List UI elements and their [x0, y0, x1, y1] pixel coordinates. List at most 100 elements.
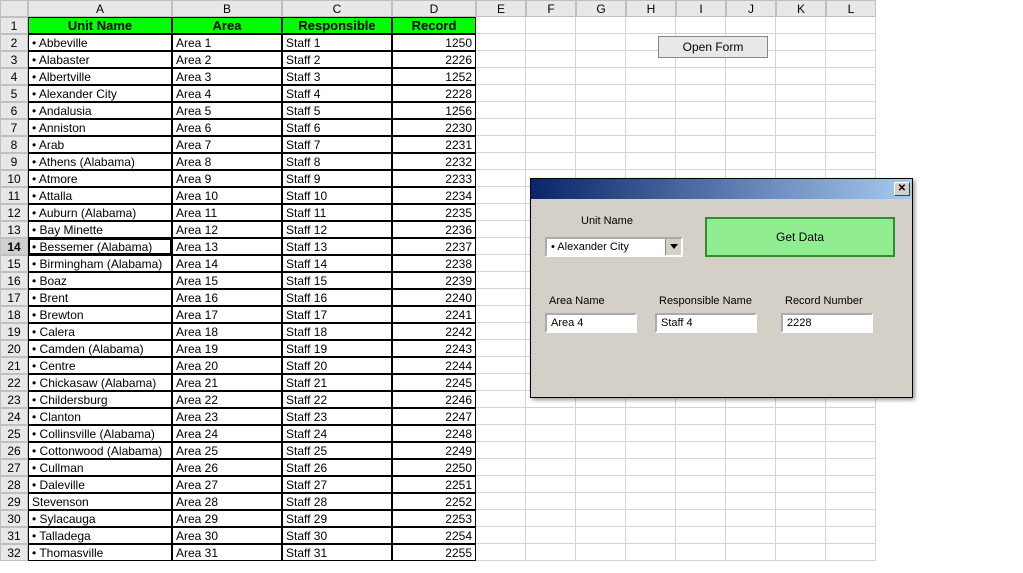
cell-area[interactable]: Area 18: [172, 323, 282, 340]
empty-cell[interactable]: [576, 459, 626, 476]
empty-cell[interactable]: [726, 425, 776, 442]
empty-cell[interactable]: [476, 119, 526, 136]
empty-cell[interactable]: [526, 459, 576, 476]
empty-cell[interactable]: [826, 51, 876, 68]
row-header[interactable]: 6: [0, 102, 28, 119]
row-header[interactable]: 8: [0, 136, 28, 153]
empty-cell[interactable]: [826, 459, 876, 476]
cell-area[interactable]: Area 7: [172, 136, 282, 153]
cell-area[interactable]: Area 14: [172, 255, 282, 272]
row-header[interactable]: 13: [0, 221, 28, 238]
cell-responsible[interactable]: Staff 22: [282, 391, 392, 408]
unit-name-combobox[interactable]: • Alexander City: [545, 237, 683, 257]
cell-area[interactable]: Area 13: [172, 238, 282, 255]
empty-cell[interactable]: [476, 323, 526, 340]
empty-cell[interactable]: [526, 34, 576, 51]
empty-cell[interactable]: [676, 85, 726, 102]
cell-area[interactable]: Area 12: [172, 221, 282, 238]
cell-unit[interactable]: Stevenson: [28, 493, 172, 510]
empty-cell[interactable]: [676, 68, 726, 85]
empty-cell[interactable]: [526, 544, 576, 561]
cell-unit[interactable]: • Childersburg: [28, 391, 172, 408]
empty-cell[interactable]: [526, 102, 576, 119]
empty-cell[interactable]: [626, 136, 676, 153]
cell-unit[interactable]: • Alabaster: [28, 51, 172, 68]
row-header[interactable]: 27: [0, 459, 28, 476]
cell-responsible[interactable]: Staff 28: [282, 493, 392, 510]
empty-cell[interactable]: [776, 527, 826, 544]
cell-responsible[interactable]: Staff 2: [282, 51, 392, 68]
header-responsible[interactable]: Responsible: [282, 17, 392, 34]
cell-unit[interactable]: • Cullman: [28, 459, 172, 476]
row-header[interactable]: 19: [0, 323, 28, 340]
empty-cell[interactable]: [526, 510, 576, 527]
row-header[interactable]: 15: [0, 255, 28, 272]
column-header[interactable]: E: [476, 0, 526, 17]
empty-cell[interactable]: [626, 85, 676, 102]
cell-unit[interactable]: • Clanton: [28, 408, 172, 425]
cell-area[interactable]: Area 19: [172, 340, 282, 357]
empty-cell[interactable]: [826, 510, 876, 527]
column-header[interactable]: K: [776, 0, 826, 17]
empty-cell[interactable]: [726, 527, 776, 544]
cell-record[interactable]: 2238: [392, 255, 476, 272]
empty-cell[interactable]: [776, 68, 826, 85]
empty-cell[interactable]: [826, 119, 876, 136]
cell-record[interactable]: 2237: [392, 238, 476, 255]
cell-responsible[interactable]: Staff 23: [282, 408, 392, 425]
row-header[interactable]: 17: [0, 289, 28, 306]
empty-cell[interactable]: [526, 425, 576, 442]
empty-cell[interactable]: [776, 544, 826, 561]
empty-cell[interactable]: [826, 136, 876, 153]
empty-cell[interactable]: [726, 476, 776, 493]
cell-record[interactable]: 2226: [392, 51, 476, 68]
empty-cell[interactable]: [776, 51, 826, 68]
cell-area[interactable]: Area 23: [172, 408, 282, 425]
empty-cell[interactable]: [776, 493, 826, 510]
cell-record[interactable]: 2232: [392, 153, 476, 170]
empty-cell[interactable]: [826, 493, 876, 510]
row-header[interactable]: 23: [0, 391, 28, 408]
empty-cell[interactable]: [526, 51, 576, 68]
cell-responsible[interactable]: Staff 16: [282, 289, 392, 306]
empty-cell[interactable]: [726, 85, 776, 102]
empty-cell[interactable]: [476, 459, 526, 476]
cell-responsible[interactable]: Staff 6: [282, 119, 392, 136]
empty-cell[interactable]: [726, 544, 776, 561]
column-header[interactable]: G: [576, 0, 626, 17]
row-header[interactable]: 4: [0, 68, 28, 85]
row-header[interactable]: 5: [0, 85, 28, 102]
cell-unit[interactable]: • Abbeville: [28, 34, 172, 51]
empty-cell[interactable]: [826, 153, 876, 170]
cell-record[interactable]: 2255: [392, 544, 476, 561]
row-header[interactable]: 16: [0, 272, 28, 289]
cell-record[interactable]: 2253: [392, 510, 476, 527]
empty-cell[interactable]: [476, 34, 526, 51]
empty-cell[interactable]: [576, 527, 626, 544]
empty-cell[interactable]: [476, 408, 526, 425]
empty-cell[interactable]: [676, 408, 726, 425]
row-header[interactable]: 22: [0, 374, 28, 391]
cell-area[interactable]: Area 30: [172, 527, 282, 544]
empty-cell[interactable]: [476, 221, 526, 238]
column-header[interactable]: C: [282, 0, 392, 17]
empty-cell[interactable]: [526, 527, 576, 544]
empty-cell[interactable]: [776, 102, 826, 119]
empty-cell[interactable]: [626, 510, 676, 527]
empty-cell[interactable]: [626, 119, 676, 136]
empty-cell[interactable]: [576, 153, 626, 170]
empty-cell[interactable]: [776, 476, 826, 493]
cell-unit[interactable]: • Brewton: [28, 306, 172, 323]
empty-cell[interactable]: [526, 68, 576, 85]
cell-responsible[interactable]: Staff 10: [282, 187, 392, 204]
cell-record[interactable]: 2248: [392, 425, 476, 442]
header-area[interactable]: Area: [172, 17, 282, 34]
cell-unit[interactable]: • Anniston: [28, 119, 172, 136]
empty-cell[interactable]: [476, 17, 526, 34]
empty-cell[interactable]: [826, 68, 876, 85]
empty-cell[interactable]: [826, 85, 876, 102]
empty-cell[interactable]: [476, 476, 526, 493]
empty-cell[interactable]: [826, 34, 876, 51]
empty-cell[interactable]: [576, 544, 626, 561]
row-header[interactable]: 2: [0, 34, 28, 51]
